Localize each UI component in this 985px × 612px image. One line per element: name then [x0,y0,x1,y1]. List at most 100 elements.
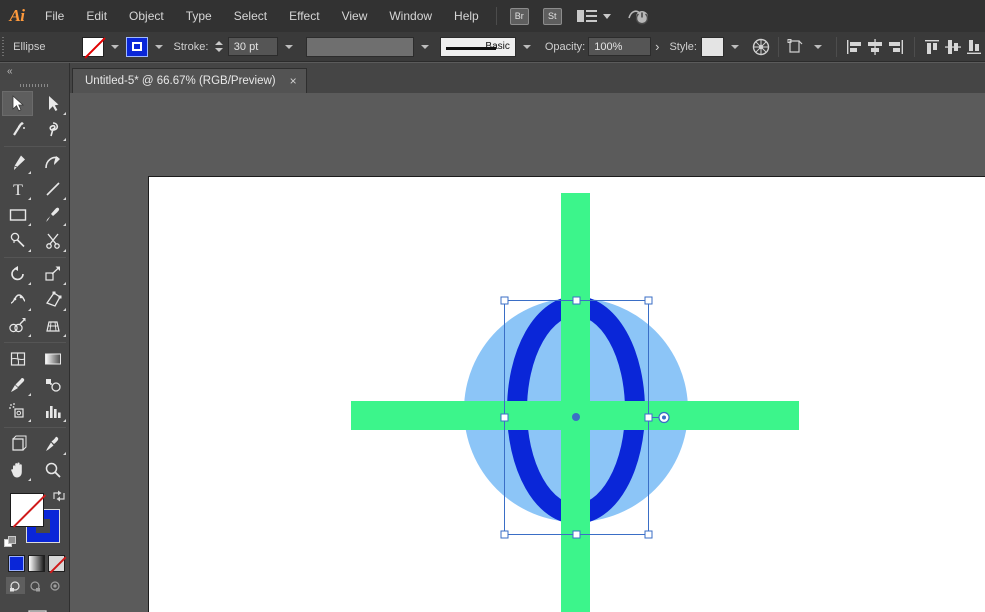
default-fill-stroke-icon[interactable] [4,536,17,549]
blend-tool[interactable] [37,372,68,397]
color-mode-button[interactable] [8,555,25,572]
tool-flyout-corner [28,249,31,252]
direct-selection-tool[interactable] [37,91,68,116]
shape-builder-tool[interactable] [2,313,33,338]
opacity-flyout-arrow[interactable]: › [655,39,659,54]
tool-divider [4,146,66,147]
stroke-weight-stepper[interactable] [213,37,224,57]
document-tab-bar: Untitled-5* @ 66.67% (RGB/Preview) × [0,63,985,93]
none-mode-button[interactable] [48,555,65,572]
opacity-label: Opacity: [544,40,586,53]
selection-tool[interactable] [2,91,33,116]
menu-effect[interactable]: Effect [278,0,330,32]
menubar-divider [495,7,497,25]
fill-none-swatch[interactable] [81,36,104,57]
hand-tool[interactable] [2,457,33,482]
mesh-tool[interactable] [2,346,33,371]
app-logo: Ai [9,6,25,25]
scale-tool[interactable] [37,261,68,286]
align-top-icon[interactable] [922,36,943,58]
rotate-tool[interactable] [2,261,33,286]
width-profile-chevron[interactable] [421,44,430,49]
artboard[interactable] [148,176,985,612]
artboard-tool[interactable] [2,431,33,456]
lasso-tool[interactable] [37,117,68,142]
slice-tool[interactable] [37,431,68,456]
paintbrush-tool[interactable] [37,202,68,227]
brush-definition-chevron[interactable] [522,44,531,49]
scissors-tool[interactable] [37,228,68,253]
variable-width-profile-select[interactable] [305,36,415,57]
bridge-icon[interactable]: Br [509,7,529,25]
artwork-svg [351,193,799,612]
menu-view[interactable]: View [331,0,379,32]
brush-definition-select[interactable]: Basic [440,36,516,57]
opacity-input[interactable]: 100% [588,37,652,56]
recolor-artwork-icon[interactable] [750,36,771,58]
draw-behind-button[interactable] [26,577,45,594]
gradient-mode-button[interactable] [28,555,45,572]
perspective-grid-tool[interactable] [37,313,68,338]
stroke-weight-chevron[interactable] [284,44,293,49]
stroke-color-swatch[interactable] [125,36,148,57]
fill-dropdown-chevron[interactable] [110,44,119,49]
control-divider-2 [835,36,837,57]
swap-fill-stroke-icon[interactable] [52,489,66,503]
tool-flyout-corner [63,223,66,226]
canvas-area[interactable] [70,93,985,612]
type-tool[interactable]: T [2,176,33,201]
stroke-weight-input[interactable]: 30 pt [227,37,278,56]
svg-text:T: T [13,182,23,198]
gradient-tool[interactable] [37,346,68,371]
graphic-style-chevron[interactable] [731,44,739,49]
selection-type-label: Ellipse [13,40,46,53]
tool-divider [4,257,66,258]
tools-panel: « T [0,63,70,612]
curvature-tool[interactable] [37,150,68,175]
align-horizontal-center-icon[interactable] [865,36,886,58]
width-tool[interactable] [2,287,33,312]
menu-edit[interactable]: Edit [75,0,118,32]
change-screen-mode-button[interactable] [18,608,52,612]
align-vertical-center-icon[interactable] [943,36,964,58]
stroke-dropdown-chevron[interactable] [154,44,163,49]
align-right-icon[interactable] [886,36,907,58]
magic-wand-tool[interactable] [2,117,33,142]
menu-help[interactable]: Help [443,0,490,32]
tools-panel-grip[interactable] [0,80,69,91]
menu-select[interactable]: Select [223,0,278,32]
arrange-documents-icon[interactable] [576,8,597,24]
control-bar: Ellipse Stroke: 30 pt Basic Opacity: 100… [0,32,985,62]
menu-file[interactable]: File [34,0,75,32]
stock-icon[interactable]: St [542,7,562,25]
transform-chevron[interactable] [813,44,822,49]
draw-normal-button[interactable] [6,577,25,594]
align-bottom-icon[interactable] [964,36,985,58]
transform-shape-icon[interactable] [786,36,807,58]
free-transform-tool[interactable] [37,287,68,312]
line-segment-tool[interactable] [37,176,68,201]
rectangle-tool[interactable] [2,202,33,227]
control-divider-3 [913,36,915,57]
control-bar-grip[interactable] [0,32,6,62]
tool-flyout-corner [28,197,31,200]
draw-inside-button[interactable] [46,577,65,594]
zoom-tool[interactable] [37,457,68,482]
close-icon[interactable]: × [290,75,297,87]
creative-cloud-sync-icon[interactable] [627,7,649,25]
graphic-style-swatch[interactable] [700,36,724,57]
menu-object[interactable]: Object [118,0,175,32]
pen-tool[interactable] [2,150,33,175]
shaper-tool[interactable] [2,228,33,253]
style-label: Style: [669,40,697,53]
eyedropper-tool[interactable] [2,372,33,397]
collapse-panel-button[interactable]: « [0,63,69,80]
column-graph-tool[interactable] [37,398,68,423]
fill-swatch[interactable] [10,493,44,527]
menu-type[interactable]: Type [175,0,223,32]
menu-window[interactable]: Window [378,0,443,32]
document-tab[interactable]: Untitled-5* @ 66.67% (RGB/Preview) × [72,68,307,93]
align-left-icon[interactable] [844,36,865,58]
chevron-down-icon[interactable] [602,13,611,19]
symbol-sprayer-tool[interactable] [2,398,33,423]
